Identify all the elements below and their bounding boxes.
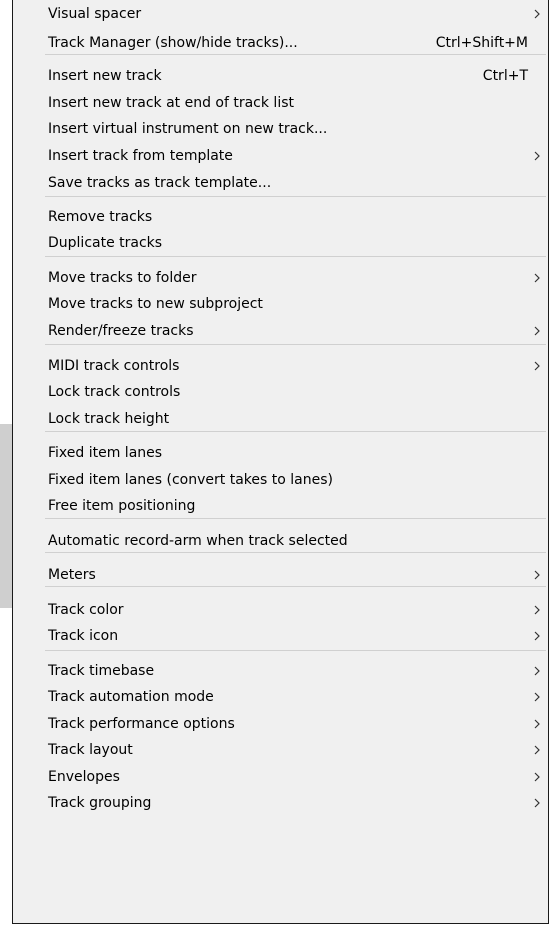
menu-separator bbox=[45, 196, 546, 197]
menu-item-label: Automatic record-arm when track selected bbox=[48, 533, 348, 549]
menu-item-track-automation-mode[interactable]: Track automation mode bbox=[13, 683, 548, 711]
submenu-arrow-icon bbox=[532, 326, 542, 336]
menu-item-label: Move tracks to new subproject bbox=[48, 296, 263, 312]
menu-item-label: Render/freeze tracks bbox=[48, 323, 194, 339]
menu-item-free-item-positioning[interactable]: Free item positioning bbox=[13, 492, 548, 520]
submenu-arrow-icon bbox=[532, 570, 542, 580]
submenu-arrow-icon bbox=[532, 719, 542, 729]
menu-item-remove-tracks[interactable]: Remove tracks bbox=[13, 203, 548, 231]
menu-item-meters[interactable]: Meters bbox=[13, 561, 548, 589]
menu-item-visual-spacer[interactable]: Visual spacer bbox=[13, 0, 548, 28]
submenu-arrow-icon bbox=[532, 745, 542, 755]
menu-item-track-layout[interactable]: Track layout bbox=[13, 736, 548, 764]
menu-item-insert-new-track-at-end-of-track-list[interactable]: Insert new track at end of track list bbox=[13, 89, 548, 117]
menu-item-insert-new-track[interactable]: Insert new track Ctrl+T bbox=[13, 62, 548, 90]
menu-item-label: Move tracks to folder bbox=[48, 270, 197, 286]
menu-item-save-tracks-as-track-template[interactable]: Save tracks as track template... bbox=[13, 169, 548, 197]
menu-item-label: Track performance options bbox=[48, 716, 235, 732]
submenu-arrow-icon bbox=[532, 798, 542, 808]
menu-separator bbox=[45, 344, 546, 345]
menu-item-label: Insert virtual instrument on new track..… bbox=[48, 121, 328, 137]
submenu-arrow-icon bbox=[532, 666, 542, 676]
menu-item-label: Track automation mode bbox=[48, 689, 214, 705]
menu-item-label: Lock track height bbox=[48, 411, 170, 427]
menu-item-label: Fixed item lanes bbox=[48, 445, 163, 461]
menu-item-midi-track-controls[interactable]: MIDI track controls bbox=[13, 352, 548, 380]
menu-item-label: Remove tracks bbox=[48, 209, 153, 225]
menu-item-envelopes[interactable]: Envelopes bbox=[13, 763, 548, 791]
menu-item-move-tracks-to-new-subproject[interactable]: Move tracks to new subproject bbox=[13, 290, 548, 318]
menu-item-label: Track Manager (show/hide tracks)... bbox=[48, 35, 298, 51]
menu-item-automatic-record-arm-when-track-selected[interactable]: Automatic record-arm when track selected bbox=[13, 527, 548, 555]
menu-item-fixed-item-lanes-convert-takes-to-lanes[interactable]: Fixed item lanes (convert takes to lanes… bbox=[13, 466, 548, 494]
menu-separator bbox=[45, 518, 546, 519]
menu-item-track-manager-show-hide-tracks[interactable]: Track Manager (show/hide tracks)... Ctrl+… bbox=[13, 29, 548, 57]
menu-item-insert-virtual-instrument-on-new-track[interactable]: Insert virtual instrument on new track..… bbox=[13, 115, 548, 143]
menu-separator bbox=[45, 650, 546, 651]
menu-item-label: Envelopes bbox=[48, 769, 120, 785]
background-window-edge bbox=[0, 424, 12, 608]
menu-item-lock-track-height[interactable]: Lock track height bbox=[13, 405, 548, 433]
menu-separator bbox=[45, 256, 546, 257]
submenu-arrow-icon bbox=[532, 605, 542, 615]
submenu-arrow-icon bbox=[532, 692, 542, 702]
menu-separator bbox=[45, 552, 546, 553]
menu-item-label: MIDI track controls bbox=[48, 358, 180, 374]
menu-item-label: Track grouping bbox=[48, 795, 152, 811]
menu-item-move-tracks-to-folder[interactable]: Move tracks to folder bbox=[13, 264, 548, 292]
submenu-arrow-icon bbox=[532, 631, 542, 641]
menu-item-label: Visual spacer bbox=[48, 6, 142, 22]
menu-item-label: Duplicate tracks bbox=[48, 235, 163, 251]
submenu-arrow-icon bbox=[532, 772, 542, 782]
menu-item-label: Track color bbox=[48, 602, 124, 618]
menu-item-label: Insert new track bbox=[48, 68, 162, 84]
submenu-arrow-icon bbox=[532, 151, 542, 161]
menu-item-label: Track icon bbox=[48, 628, 119, 644]
menu-item-label: Free item positioning bbox=[48, 498, 196, 514]
menu-item-label: Insert track from template bbox=[48, 148, 233, 164]
menu-item-label: Insert new track at end of track list bbox=[48, 95, 294, 111]
menu-item-render-freeze-tracks[interactable]: Render/freeze tracks bbox=[13, 317, 548, 345]
menu-separator bbox=[45, 54, 546, 55]
menu-item-duplicate-tracks[interactable]: Duplicate tracks bbox=[13, 229, 548, 257]
menu-item-insert-track-from-template[interactable]: Insert track from template bbox=[13, 142, 548, 170]
menu-separator bbox=[45, 431, 546, 432]
menu-item-track-timebase[interactable]: Track timebase bbox=[13, 657, 548, 685]
menu-item-track-icon[interactable]: Track icon bbox=[13, 622, 548, 650]
menu-item-label: Lock track controls bbox=[48, 384, 181, 400]
submenu-arrow-icon bbox=[532, 9, 542, 19]
menu-item-label: Track timebase bbox=[48, 663, 155, 679]
menu-item-fixed-item-lanes[interactable]: Fixed item lanes bbox=[13, 439, 548, 467]
menu-item-track-performance-options[interactable]: Track performance options bbox=[13, 710, 548, 738]
menu-item-label: Meters bbox=[48, 567, 96, 583]
track-context-menu: Visual spacer Track Manager (show/hide tr… bbox=[12, 0, 549, 924]
menu-item-label: Fixed item lanes (convert takes to lanes… bbox=[48, 472, 333, 488]
menu-item-track-color[interactable]: Track color bbox=[13, 596, 548, 624]
menu-item-track-grouping[interactable]: Track grouping bbox=[13, 789, 548, 817]
menu-item-shortcut: Ctrl+Shift+M bbox=[435, 35, 528, 51]
submenu-arrow-icon bbox=[532, 273, 542, 283]
menu-item-label: Track layout bbox=[48, 742, 133, 758]
submenu-arrow-icon bbox=[532, 361, 542, 371]
menu-item-lock-track-controls[interactable]: Lock track controls bbox=[13, 378, 548, 406]
menu-separator bbox=[45, 586, 546, 587]
menu-item-shortcut: Ctrl+T bbox=[482, 68, 528, 84]
menu-item-label: Save tracks as track template... bbox=[48, 175, 272, 191]
